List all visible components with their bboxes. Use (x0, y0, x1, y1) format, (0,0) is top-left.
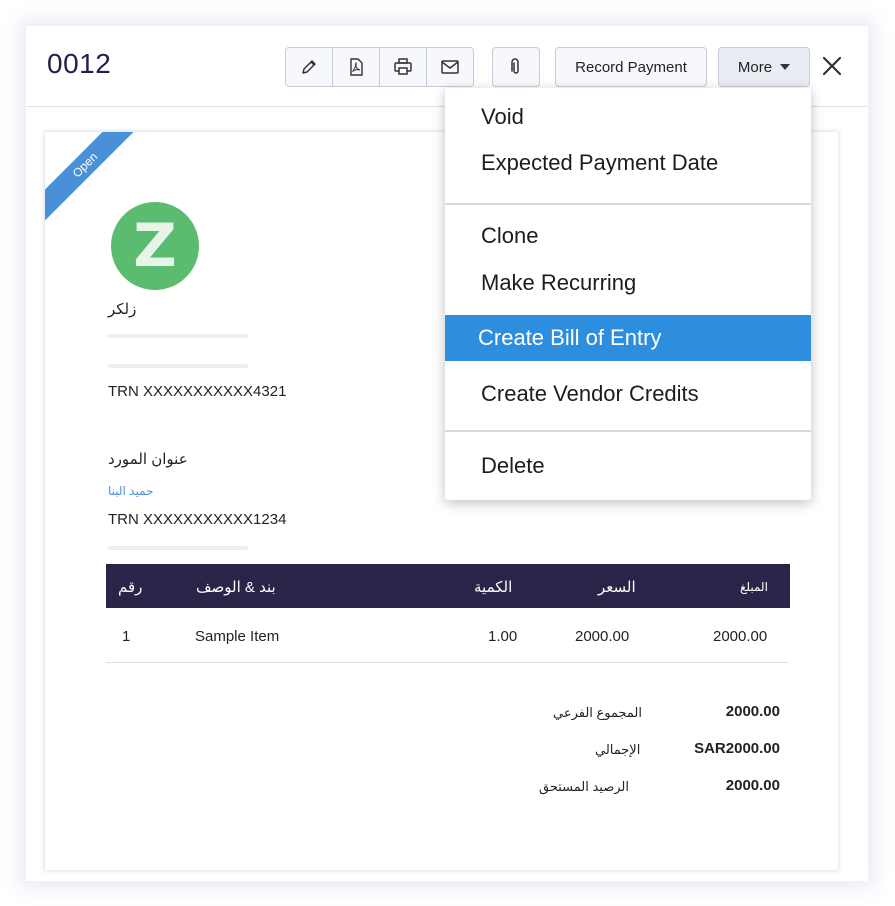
col-item: بند & الوصف (196, 579, 276, 596)
menu-divider (445, 430, 811, 432)
placeholder-line (108, 546, 248, 550)
print-icon (394, 58, 412, 75)
close-icon (822, 56, 842, 76)
col-num: رقم (118, 579, 143, 596)
menu-item-delete[interactable]: Delete (445, 443, 811, 489)
menu-item-expected-payment-date[interactable]: Expected Payment Date (445, 140, 811, 186)
vendor-trn: TRN XXXXXXXXXXX1234 (108, 511, 287, 528)
mail-icon (441, 60, 459, 74)
total-value: SAR2000.00 (694, 740, 780, 757)
bill-number: 0012 (47, 48, 112, 79)
company-name: زلكر (108, 301, 137, 318)
row-item: Sample Item (195, 628, 280, 645)
record-payment-button[interactable]: Record Payment (555, 47, 707, 87)
menu-item-void[interactable]: Void (445, 94, 811, 140)
vendor-address-label: عنوان المورد (108, 451, 188, 468)
company-logo: Z (111, 202, 199, 290)
email-button[interactable] (427, 48, 473, 86)
col-amount: المبلغ (740, 580, 768, 594)
balance-due-label: الرصيد المستحق (539, 779, 629, 794)
menu-divider (445, 203, 811, 205)
menu-item-create-vendor-credits[interactable]: Create Vendor Credits (445, 371, 811, 417)
pdf-icon (350, 58, 363, 76)
edit-button[interactable] (286, 48, 333, 86)
menu-item-create-bill-of-entry[interactable]: Create Bill of Entry (445, 315, 811, 361)
action-button-group (285, 47, 474, 87)
row-num: 1 (122, 628, 131, 645)
row-amount: 2000.00 (713, 628, 768, 645)
edit-icon (302, 60, 316, 74)
subtotal-value: 2000.00 (725, 703, 780, 720)
row-divider (106, 662, 788, 663)
col-qty: الكمية (474, 579, 513, 596)
subtotal-label: المجموع الفرعي (553, 705, 642, 720)
attach-icon (511, 58, 519, 74)
more-label: More (737, 58, 773, 76)
record-payment-label: Record Payment (575, 58, 687, 76)
attachment-button[interactable] (492, 47, 540, 87)
row-rate: 2000.00 (575, 628, 630, 645)
total-label: الإجمالي (595, 742, 641, 757)
placeholder-line (108, 334, 248, 338)
menu-item-make-recurring[interactable]: Make Recurring (445, 260, 811, 306)
more-menu: Void Expected Payment Date Clone Make Re… (445, 88, 811, 500)
more-button[interactable]: More (718, 47, 810, 87)
placeholder-line (108, 364, 248, 368)
balance-due-value: 2000.00 (725, 777, 780, 794)
menu-item-clone[interactable]: Clone (445, 213, 811, 259)
company-trn: TRN XXXXXXXXXXX4321 (108, 383, 287, 400)
chevron-down-icon (780, 64, 791, 70)
logo-letter: Z (133, 211, 177, 281)
close-button[interactable] (820, 54, 844, 78)
vendor-name-link[interactable]: حميد البنا (108, 484, 154, 498)
items-table-header: رقم بند & الوصف الكمية السعر المبلغ (106, 564, 790, 608)
col-rate: السعر (598, 579, 636, 596)
print-button[interactable] (380, 48, 427, 86)
pdf-button[interactable] (333, 48, 380, 86)
row-qty: 1.00 (488, 628, 518, 645)
